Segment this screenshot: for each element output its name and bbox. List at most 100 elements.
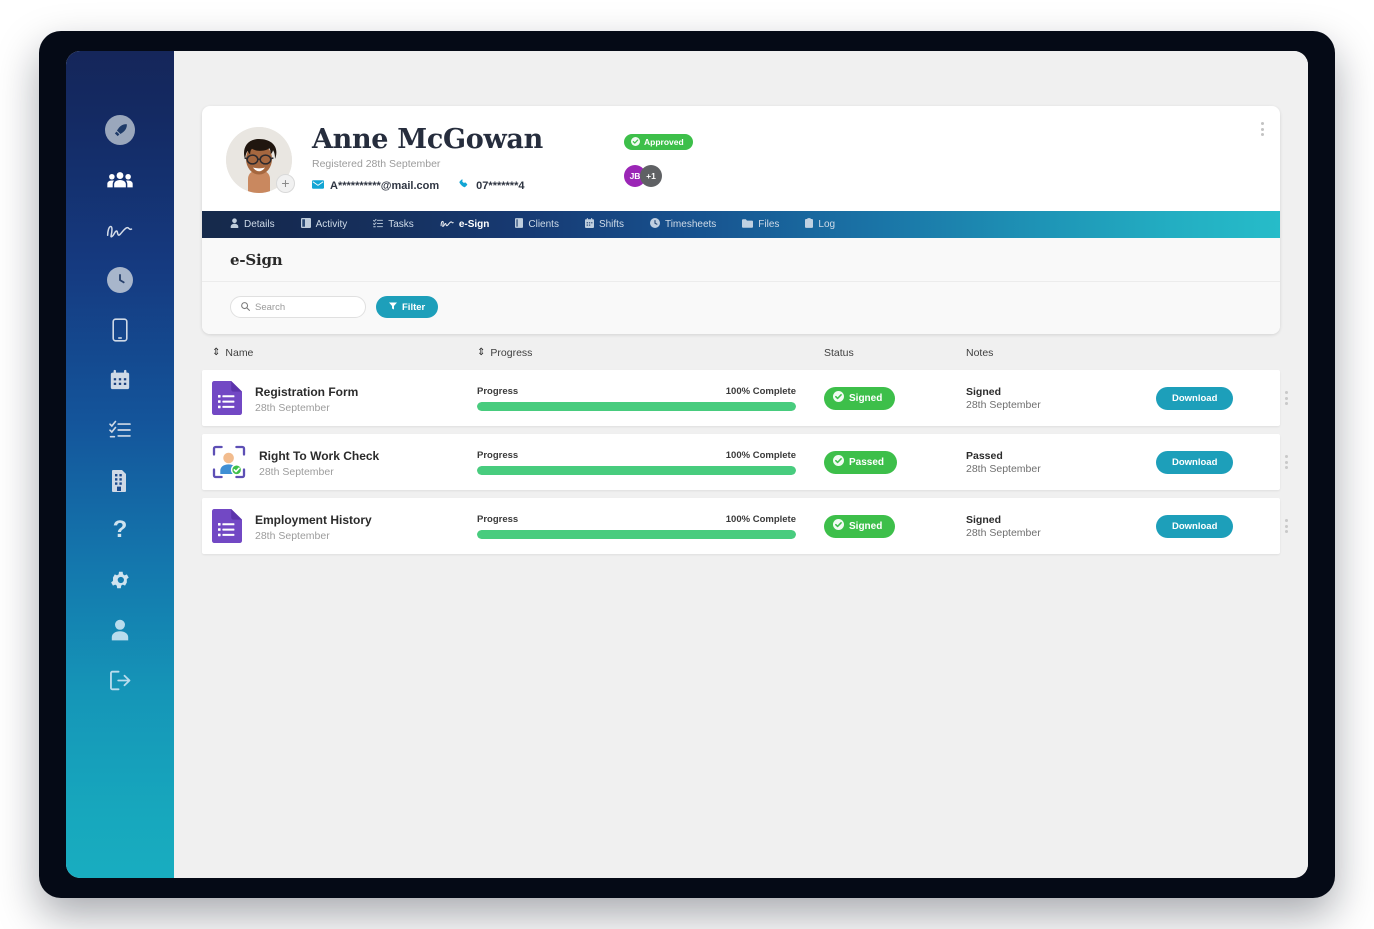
- note-title: Passed: [966, 449, 1003, 462]
- filter-button[interactable]: Filter: [376, 296, 439, 319]
- registered-date: Registered 28th September: [312, 158, 441, 171]
- form-document-icon: [212, 509, 242, 544]
- sidebar-item-account[interactable]: [97, 607, 143, 653]
- assignee-overflow[interactable]: +1: [640, 165, 662, 188]
- sidebar-item-people[interactable]: [97, 157, 143, 203]
- avatar[interactable]: +: [226, 126, 295, 193]
- book-icon: [515, 218, 524, 231]
- column-label: Notes: [966, 347, 994, 360]
- assignee-group[interactable]: JB +1: [624, 165, 662, 188]
- row-more-menu-button[interactable]: [1285, 455, 1289, 470]
- progress-value-label: 100% Complete: [725, 513, 796, 525]
- sidebar-item-settings[interactable]: [97, 557, 143, 603]
- download-button[interactable]: Download: [1156, 450, 1234, 474]
- sidebar-item-help[interactable]: ?: [97, 507, 143, 553]
- search-box[interactable]: [230, 296, 366, 319]
- row-text: Employment History 28th September: [255, 511, 372, 542]
- app-screen: ? + Anne McGowan Registered 28th Septemb…: [66, 51, 1308, 878]
- note-date: 28th September: [966, 398, 1041, 411]
- right-to-work-icon: [212, 445, 246, 479]
- profile-card: + Anne McGowan Registered 28th September: [202, 106, 1280, 335]
- check-circle-icon: [833, 455, 844, 469]
- phone-icon: [459, 179, 470, 193]
- search-input[interactable]: [255, 301, 355, 313]
- tab-label: Clients: [528, 218, 559, 230]
- phone-chunk[interactable]: 07*******4: [459, 179, 525, 193]
- progress-value-label: 100% Complete: [725, 449, 796, 461]
- row-status-cell: Passed: [824, 450, 966, 474]
- status-badge: Signed: [824, 386, 896, 410]
- tab-label: Log: [818, 218, 836, 230]
- tab-shifts[interactable]: Shifts: [584, 218, 624, 231]
- sidebar-item-clients[interactable]: [97, 457, 143, 503]
- tab-activity[interactable]: Activity: [300, 218, 348, 231]
- row-more-menu-button[interactable]: [1285, 391, 1289, 406]
- sidebar-item-logout[interactable]: [97, 657, 143, 703]
- sidebar-item-mobile[interactable]: [97, 307, 143, 353]
- tab-clients[interactable]: Clients: [515, 218, 559, 231]
- profile-more-menu-button[interactable]: [1261, 122, 1264, 136]
- progress-bar: [477, 465, 796, 475]
- column-header-progress[interactable]: ⇕ Progress: [477, 347, 824, 359]
- toolbar: Filter: [202, 282, 1280, 335]
- building-icon: [110, 468, 130, 492]
- rocket-logo-icon: [105, 115, 135, 145]
- row-status-cell: Signed: [824, 514, 966, 538]
- add-avatar-icon[interactable]: +: [276, 173, 295, 193]
- download-button[interactable]: Download: [1156, 386, 1234, 410]
- note-date: 28th September: [966, 526, 1041, 539]
- tab-esign[interactable]: e-Sign: [440, 218, 490, 231]
- email-chunk[interactable]: A**********@mail.com: [312, 180, 439, 192]
- row-title: Right To Work Check: [259, 448, 380, 463]
- row-action-cell: Download: [1156, 450, 1289, 474]
- row-name-cell: Registration Form 28th September: [212, 381, 477, 416]
- checklist-icon: [373, 218, 384, 231]
- status-label: Passed: [849, 456, 885, 468]
- tab-log[interactable]: Log: [805, 218, 835, 231]
- sidebar-item-tasks[interactable]: [97, 407, 143, 453]
- logout-icon: [109, 670, 132, 691]
- activity-icon: [300, 218, 311, 231]
- clock-icon: [649, 218, 660, 231]
- sort-icon: ⇕: [477, 347, 486, 359]
- progress-label: Progress: [477, 449, 519, 461]
- filter-label: Filter: [402, 301, 426, 313]
- row-name-cell: Employment History 28th September: [212, 509, 477, 544]
- row-notes-cell: Passed 28th September: [966, 450, 1156, 475]
- status-badge-label: Approved: [644, 136, 684, 147]
- tab-label: Activity: [315, 218, 348, 230]
- filter-icon: [389, 302, 397, 313]
- progress-bar: [477, 529, 796, 539]
- envelope-icon: [312, 180, 324, 192]
- progress-bar-fill: [477, 401, 796, 411]
- download-button[interactable]: Download: [1156, 514, 1234, 538]
- sidebar-item-esign[interactable]: [97, 207, 143, 253]
- row-title: Employment History: [255, 512, 372, 527]
- kebab-menu-icon: [1261, 122, 1264, 136]
- tab-timesheets[interactable]: Timesheets: [649, 218, 716, 231]
- column-header-name[interactable]: ⇕ Name: [212, 347, 477, 359]
- note-title: Signed: [966, 513, 1002, 526]
- tab-label: Tasks: [388, 218, 414, 230]
- form-document-icon: [212, 381, 242, 416]
- tab-details[interactable]: Details: [230, 218, 275, 231]
- sidebar-item-dashboard[interactable]: [97, 107, 143, 153]
- table-row[interactable]: Employment History 28th September Progre…: [202, 498, 1289, 555]
- tab-files[interactable]: Files: [742, 219, 779, 231]
- row-status-cell: Signed: [824, 386, 966, 410]
- check-circle-icon: [833, 391, 844, 405]
- checklist-icon: [109, 420, 131, 440]
- status-label: Signed: [849, 520, 883, 532]
- sidebar-item-calendar[interactable]: [97, 357, 143, 403]
- clock-icon: [107, 267, 133, 293]
- row-action-cell: Download: [1156, 514, 1289, 538]
- tab-label: e-Sign: [458, 218, 490, 230]
- row-text: Right To Work Check 28th September: [259, 447, 379, 478]
- tab-tasks[interactable]: Tasks: [373, 218, 414, 231]
- table-row[interactable]: Registration Form 28th September Progres…: [202, 370, 1289, 427]
- sidebar-item-time[interactable]: [97, 257, 143, 303]
- row-more-menu-button[interactable]: [1285, 519, 1289, 534]
- signature-icon: [105, 220, 135, 240]
- table-row[interactable]: Right To Work Check 28th September Progr…: [202, 434, 1289, 491]
- row-date: 28th September: [255, 529, 330, 542]
